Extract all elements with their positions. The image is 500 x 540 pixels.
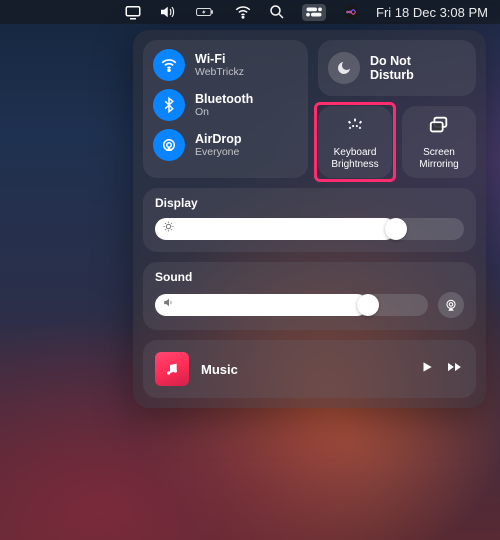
airdrop-title: AirDrop	[195, 132, 242, 146]
bluetooth-subtitle: On	[195, 106, 253, 118]
control-center-icon[interactable]	[302, 4, 326, 21]
fast-forward-button[interactable]	[446, 360, 464, 379]
display-brightness-slider[interactable]	[155, 218, 464, 240]
do-not-disturb-toggle[interactable]: Do NotDisturb	[318, 40, 476, 96]
menubar: Fri 18 Dec 3:08 PM	[0, 0, 500, 24]
airdrop-subtitle: Everyone	[195, 146, 242, 158]
moon-icon	[328, 52, 360, 84]
keyboard-brightness-label: KeyboardBrightness	[331, 147, 378, 170]
wifi-subtitle: WebTrickz	[195, 66, 244, 78]
battery-charging-icon[interactable]	[192, 3, 218, 21]
control-center-panel: Wi-Fi WebTrickz Bluetooth On AirDrop	[133, 30, 486, 408]
bluetooth-icon	[153, 89, 185, 121]
volume-icon[interactable]	[158, 3, 176, 21]
display-module: Display	[143, 188, 476, 252]
siri-icon[interactable]	[342, 3, 360, 21]
menubar-datetime[interactable]: Fri 18 Dec 3:08 PM	[376, 5, 488, 20]
sound-volume-slider[interactable]	[155, 294, 428, 316]
now-playing-module[interactable]: Music	[143, 340, 476, 398]
wifi-icon[interactable]	[234, 3, 252, 21]
keyboard-brightness-icon	[344, 114, 366, 141]
wifi-toggle[interactable]: Wi-Fi WebTrickz	[153, 49, 298, 81]
bluetooth-toggle[interactable]: Bluetooth On	[153, 89, 298, 121]
play-button[interactable]	[420, 360, 434, 379]
wifi-title: Wi-Fi	[195, 52, 244, 66]
wifi-icon	[153, 49, 185, 81]
sound-heading: Sound	[155, 270, 464, 284]
search-icon[interactable]	[268, 3, 286, 21]
music-title: Music	[201, 362, 408, 377]
screen-mirroring-label: ScreenMirroring	[419, 147, 458, 170]
screen-mirroring-icon	[428, 114, 450, 141]
music-app-icon	[155, 352, 189, 386]
airdrop-toggle[interactable]: AirDrop Everyone	[153, 129, 298, 161]
brightness-icon	[162, 220, 175, 238]
bluetooth-title: Bluetooth	[195, 92, 253, 106]
connectivity-group: Wi-Fi WebTrickz Bluetooth On AirDrop	[143, 40, 308, 178]
sound-module: Sound	[143, 262, 476, 330]
keyboard-brightness-button[interactable]: KeyboardBrightness	[318, 106, 392, 178]
tv-icon[interactable]	[124, 3, 142, 21]
airplay-audio-button[interactable]	[438, 292, 464, 318]
screen-mirroring-button[interactable]: ScreenMirroring	[402, 106, 476, 178]
speaker-icon	[162, 296, 175, 314]
dnd-label: Do NotDisturb	[370, 54, 414, 83]
display-heading: Display	[155, 196, 464, 210]
airdrop-icon	[153, 129, 185, 161]
